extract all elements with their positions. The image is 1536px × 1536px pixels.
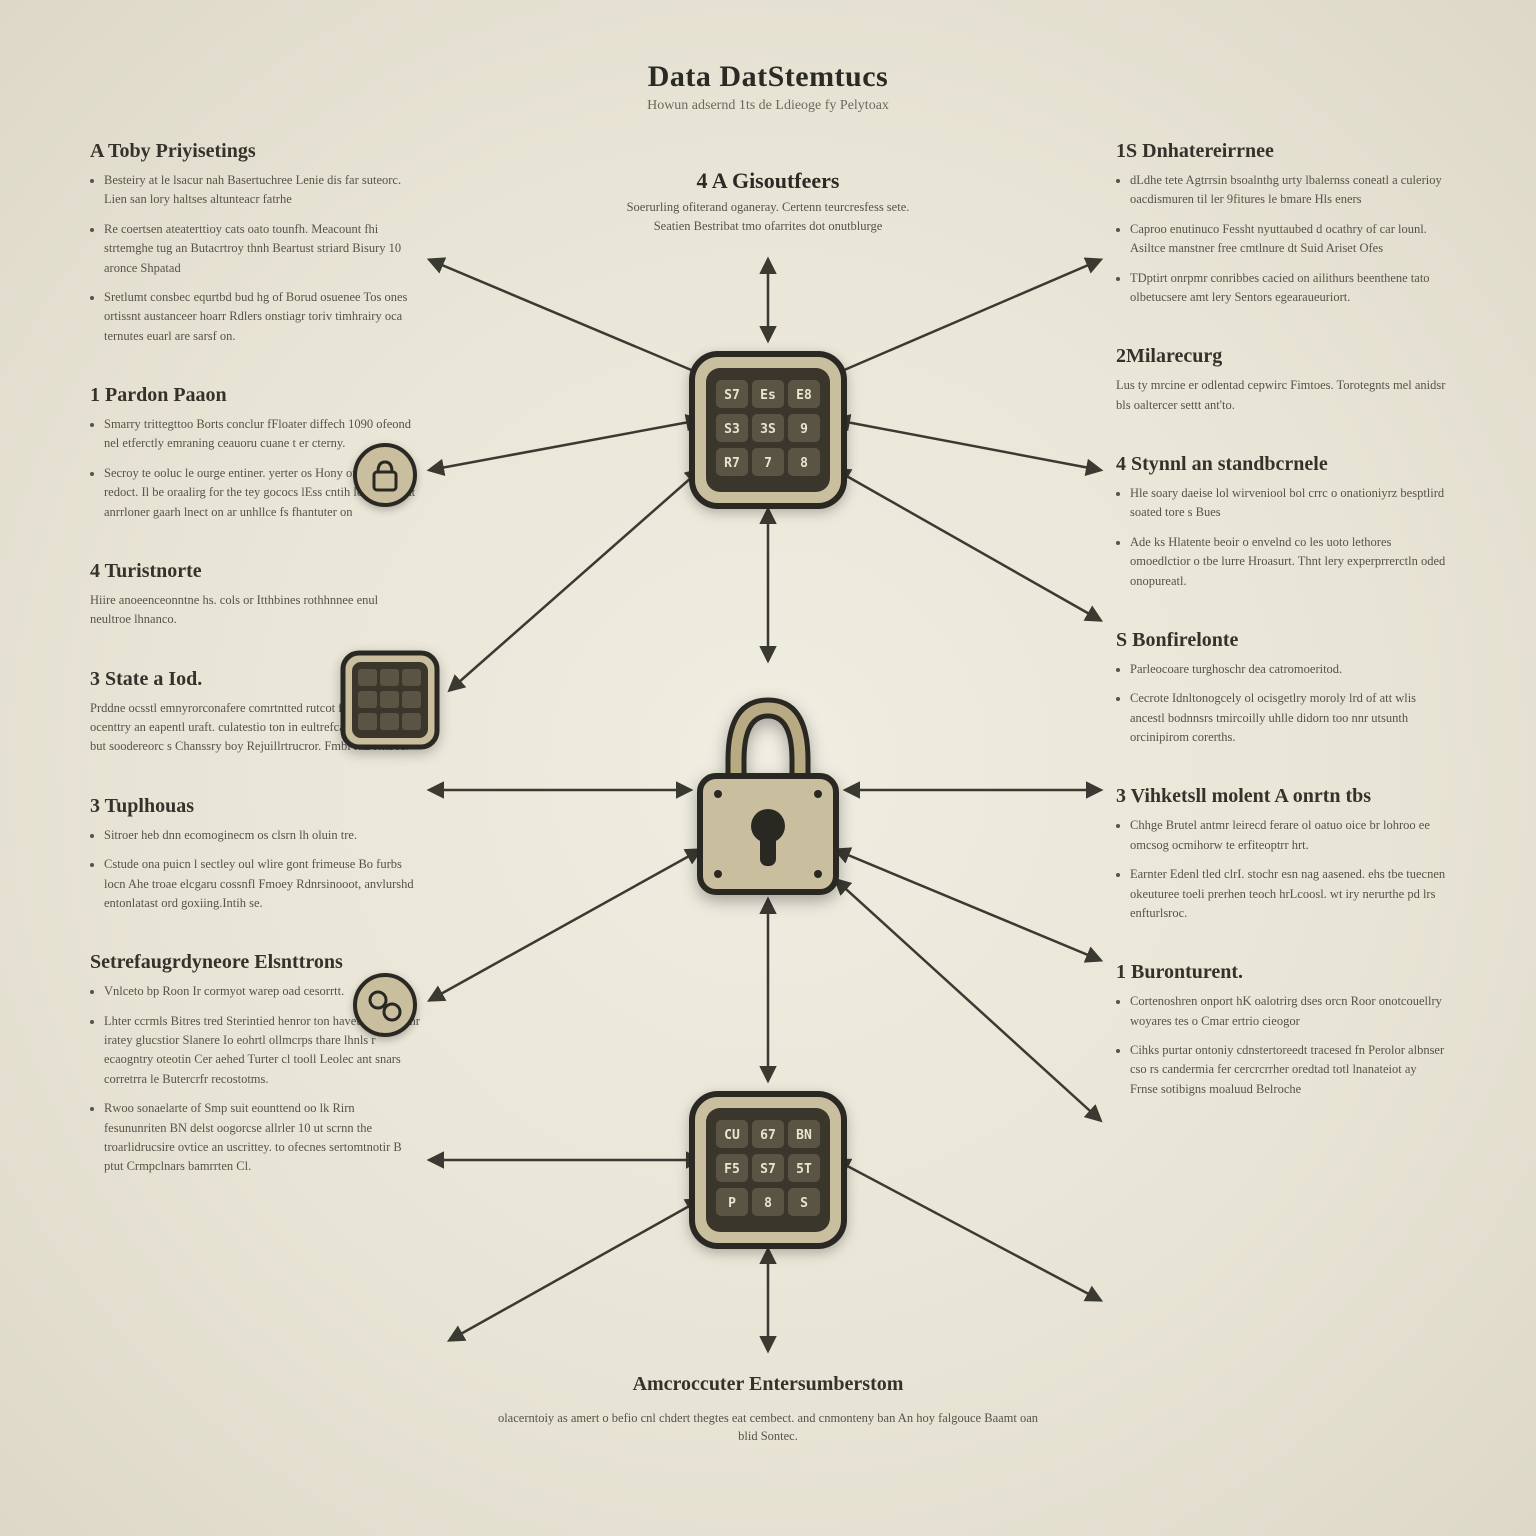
section-block: 2Milarecurg Lus ty mrcine er odlentad cep…: [1116, 345, 1446, 415]
svg-text:8: 8: [764, 1196, 772, 1211]
section-bullet: Cortenoshren onport hK oalotrirg dses or…: [1130, 992, 1446, 1031]
svg-text:S7: S7: [724, 388, 740, 403]
svg-text:5T: 5T: [796, 1162, 812, 1177]
svg-text:E8: E8: [796, 388, 812, 403]
svg-text:67: 67: [760, 1128, 776, 1143]
section-bullet: Ade ks Hlatente beoir o envelnd co les u…: [1130, 533, 1446, 591]
section-text: Hiire anoeenceonntne hs. cols or Itthbin…: [90, 591, 420, 630]
section-heading: 2Milarecurg: [1116, 345, 1446, 368]
svg-text:BN: BN: [796, 1128, 812, 1143]
section-bullet: Rwoo sonaelarte of Smp suit eounttend oo…: [104, 1099, 420, 1177]
section-heading: 1 Buronturent.: [1116, 961, 1446, 984]
center-top-sub: Soerurling ofiterand oganeray. Certenn t…: [618, 198, 918, 236]
section-heading: A Toby Priyisetings: [90, 140, 420, 163]
keypad-bottom-icon: CU 67 BN F5 S7 5T P 8 S: [688, 1090, 848, 1250]
section-bullet: Cihks purtar ontoniy cdnstertoreedt trac…: [1130, 1041, 1446, 1099]
lock-icon: [688, 680, 848, 900]
svg-text:P: P: [728, 1196, 736, 1211]
page-title: Data DatStemtucs: [0, 60, 1536, 94]
section-bullet: Sitroer heb dnn ecomoginecm os clsrn lh …: [104, 826, 420, 845]
section-bullet: dLdhe tete Agtrrsin bsoalnthg urty lbale…: [1130, 171, 1446, 210]
keypad-icon: S7 Es E8 S3 3S 9 R7 7 8: [688, 350, 848, 510]
svg-text:S7: S7: [760, 1162, 776, 1177]
page-subtitle: Howun adsernd 1ts de Ldieoge fy Pelytoax: [0, 98, 1536, 114]
bottom-title: Amcroccuter Entersumberstom: [0, 1373, 1536, 1396]
svg-text:8: 8: [800, 456, 808, 471]
section-bullet: Sretlumt consbec equrtbd bud hg of Borud…: [104, 288, 420, 346]
keypad-small-icon: [340, 650, 440, 750]
section-heading: 4 Turistnorte: [90, 560, 420, 583]
section-block: S Bonfirelonte Parleocoare turghoschr dea…: [1116, 629, 1446, 748]
section-bullet: Chhge Brutel antmr leirecd ferare ol oat…: [1130, 816, 1446, 855]
svg-text:CU: CU: [724, 1128, 740, 1143]
section-block: A Toby Priyisetings Besteiry at le lsacur…: [90, 140, 420, 346]
svg-text:3S: 3S: [760, 422, 776, 437]
svg-text:9: 9: [800, 422, 808, 437]
section-block: 1S Dnhatereirrnee dLdhe tete Agtrrsin bso…: [1116, 140, 1446, 307]
section-bullet: Hle soary daeise lol wirveniool bol crrc…: [1130, 484, 1446, 523]
section-bullet: TDptirt onrpmr conribbes cacied on ailit…: [1130, 269, 1446, 308]
section-text: Lus ty mrcine er odlentad cepwirc Fimtoe…: [1116, 376, 1446, 415]
section-heading: 1 Pardon Paaon: [90, 384, 420, 407]
bottom-sub: olacerntoiy as amert o befio cnl chdert …: [488, 1409, 1048, 1447]
section-block: 4 Stynnl an standbcrnele Hle soary daeise…: [1116, 453, 1446, 591]
section-heading: 3 Tuplhouas: [90, 795, 420, 818]
coin-lock-icon: [350, 440, 420, 510]
section-bullet: Re coertsen ateaterttioy cats oato tounf…: [104, 220, 420, 278]
section-bullet: Caproo enutinuco Fessht nyuttaubed d oca…: [1130, 220, 1446, 259]
section-bullet: Besteiry at le lsacur nah Basertuchree L…: [104, 171, 420, 210]
section-heading: S Bonfirelonte: [1116, 629, 1446, 652]
section-block: 3 Tuplhouas Sitroer heb dnn ecomoginecm o…: [90, 795, 420, 914]
svg-text:R7: R7: [724, 456, 740, 471]
section-block: 1 Buronturent. Cortenoshren onport hK oal…: [1116, 961, 1446, 1099]
svg-text:S3: S3: [724, 422, 740, 437]
section-heading: 1S Dnhatereirrnee: [1116, 140, 1446, 163]
coin-gear-icon: [350, 970, 420, 1040]
svg-text:F5: F5: [724, 1162, 740, 1177]
section-heading: 4 Stynnl an standbcrnele: [1116, 453, 1446, 476]
svg-text:S: S: [800, 1196, 808, 1211]
section-bullet: Cecrote Idnltonogcely ol ocisgetlry moro…: [1130, 689, 1446, 747]
section-bullet: Cstude ona puicn l sectley oul wlire gon…: [104, 855, 420, 913]
svg-text:Es: Es: [760, 388, 776, 403]
section-heading: 3 Vihketsll molent A onrtn tbs: [1116, 785, 1446, 808]
section-block: 4 Turistnorte Hiire anoeenceonntne hs. co…: [90, 560, 420, 630]
svg-text:7: 7: [764, 456, 772, 471]
section-block: 3 Vihketsll molent A onrtn tbs Chhge Brut…: [1116, 785, 1446, 923]
section-bullet: Parleocoare turghoschr dea catromoeritod…: [1130, 660, 1446, 679]
section-bullet: Earnter Edenl tled clrI. stochr esn nag …: [1130, 865, 1446, 923]
